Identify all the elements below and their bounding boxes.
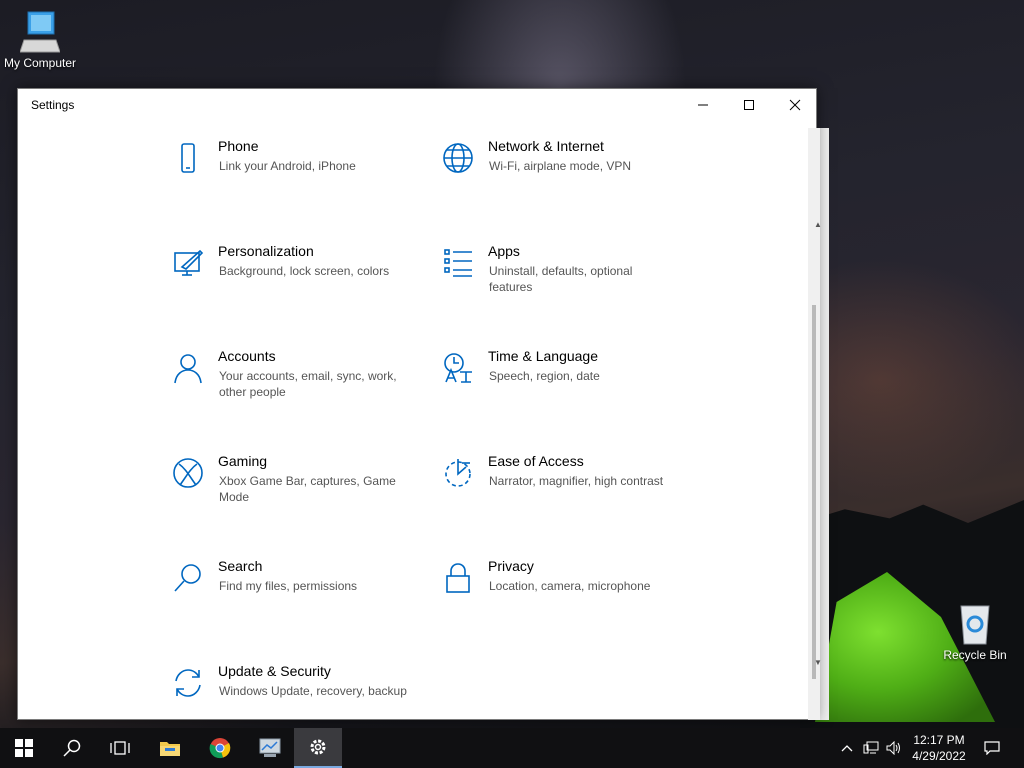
recycle-bin-icon xyxy=(960,605,990,645)
ease-of-access-icon xyxy=(438,453,478,493)
settings-taskbar-button[interactable] xyxy=(294,728,342,768)
tile-description: Background, lock screen, colors xyxy=(219,264,390,278)
settings-tile-apps[interactable]: Apps Uninstall, defaults, optional featu… xyxy=(438,243,688,313)
tile-title: Search xyxy=(218,558,263,574)
settings-tile-update-security[interactable]: Update & Security Windows Update, recove… xyxy=(168,663,418,719)
tile-title: Privacy xyxy=(488,558,534,574)
network-button[interactable] xyxy=(860,728,882,768)
lock-icon xyxy=(438,558,478,598)
tile-description: Uninstall, defaults, optional features xyxy=(489,264,633,294)
paintbrush-icon xyxy=(168,243,208,283)
maximize-icon xyxy=(744,100,754,110)
tile-description: Your accounts, email, sync, work, other … xyxy=(219,369,397,399)
tile-title: Personalization xyxy=(218,243,314,259)
settings-tile-personalization[interactable]: Personalization Background, lock screen,… xyxy=(168,243,418,313)
chrome-button[interactable] xyxy=(196,728,244,768)
computer-icon xyxy=(20,11,60,53)
tile-title: Gaming xyxy=(218,453,268,469)
tile-description: Link your Android, iPhone xyxy=(219,159,356,173)
scroll-up-arrow-icon[interactable]: ▲ xyxy=(814,220,822,229)
volume-icon xyxy=(886,741,900,755)
clock-time: 12:17 PM xyxy=(913,733,965,747)
desktop-icon-label: My Computer xyxy=(3,56,77,70)
control-panel-icon xyxy=(259,738,281,757)
chrome-icon xyxy=(209,738,231,759)
minimize-button[interactable] xyxy=(680,89,726,121)
show-hidden-icons-button[interactable] xyxy=(836,728,858,768)
settings-window: Settings Phone Link your Android, iPhone… xyxy=(17,88,817,720)
start-button[interactable] xyxy=(0,728,48,768)
search-icon xyxy=(63,739,81,757)
close-button[interactable] xyxy=(772,89,816,121)
chevron-up-icon xyxy=(841,745,853,752)
tile-description: Find my files, permissions xyxy=(219,579,358,593)
window-title: Settings xyxy=(31,98,75,112)
phone-icon xyxy=(168,138,208,178)
person-icon xyxy=(168,348,208,388)
settings-grid: Phone Link your Android, iPhone Network … xyxy=(18,121,816,719)
taskbar-search-button[interactable] xyxy=(48,728,96,768)
settings-tile-accounts[interactable]: Accounts Your accounts, email, sync, wor… xyxy=(168,348,418,418)
xbox-icon xyxy=(168,453,208,493)
sync-icon xyxy=(168,663,208,703)
task-view-icon xyxy=(110,741,130,755)
clock-date: 4/29/2022 xyxy=(912,749,966,763)
settings-tile-phone[interactable]: Phone Link your Android, iPhone xyxy=(168,138,418,208)
tile-title: Network & Internet xyxy=(488,138,604,154)
action-center-button[interactable] xyxy=(978,728,1006,768)
file-explorer-button[interactable] xyxy=(146,728,194,768)
settings-tile-time-language[interactable]: Time & Language Speech, region, date xyxy=(438,348,688,418)
tile-description: Xbox Game Bar, captures, Game Mode xyxy=(219,474,396,504)
desktop-icon-my-computer[interactable]: My Computer xyxy=(0,10,80,70)
notification-icon xyxy=(984,741,1000,755)
tile-description: Narrator, magnifier, high contrast xyxy=(489,474,664,488)
network-icon xyxy=(863,741,879,754)
desktop-icon-recycle-bin[interactable]: Recycle Bin xyxy=(935,602,1015,662)
start-icon xyxy=(15,739,33,757)
tile-description: Location, camera, microphone xyxy=(489,579,651,593)
settings-tile-network[interactable]: Network & Internet Wi-Fi, airplane mode,… xyxy=(438,138,688,208)
tile-description: Wi-Fi, airplane mode, VPN xyxy=(489,159,632,173)
tile-title: Ease of Access xyxy=(488,453,584,469)
close-icon xyxy=(789,99,801,111)
taskbar-clock[interactable]: 12:17 PM 4/29/2022 xyxy=(904,732,974,764)
task-view-button[interactable] xyxy=(96,728,144,768)
globe-icon xyxy=(438,138,478,178)
tile-title: Apps xyxy=(488,243,520,259)
settings-tile-gaming[interactable]: Gaming Xbox Game Bar, captures, Game Mod… xyxy=(168,453,418,523)
scrollbar-thumb[interactable] xyxy=(812,305,816,679)
tile-title: Update & Security xyxy=(218,663,331,679)
title-bar[interactable]: Settings xyxy=(18,89,816,121)
search-icon xyxy=(168,558,208,598)
taskbar: 12:17 PM 4/29/2022 xyxy=(0,728,1024,768)
volume-button[interactable] xyxy=(883,728,905,768)
tile-description: Windows Update, recovery, backup xyxy=(219,684,407,698)
scroll-down-arrow-icon[interactable]: ▼ xyxy=(814,658,822,667)
tile-title: Time & Language xyxy=(488,348,598,364)
settings-tile-privacy[interactable]: Privacy Location, camera, microphone xyxy=(438,558,688,628)
tile-title: Phone xyxy=(218,138,259,154)
tile-description: Speech, region, date xyxy=(489,369,600,383)
settings-gear-icon xyxy=(310,739,326,755)
control-panel-button[interactable] xyxy=(246,728,294,768)
settings-tile-ease-of-access[interactable]: Ease of Access Narrator, magnifier, high… xyxy=(438,453,688,523)
settings-tile-search[interactable]: Search Find my files, permissions xyxy=(168,558,418,628)
apps-list-icon xyxy=(438,243,478,283)
desktop-icon-label: Recycle Bin xyxy=(943,648,1007,662)
maximize-button[interactable] xyxy=(726,89,772,121)
minimize-icon xyxy=(698,104,708,106)
time-language-icon xyxy=(438,348,478,388)
file-explorer-icon xyxy=(160,742,180,756)
tile-title: Accounts xyxy=(218,348,276,364)
